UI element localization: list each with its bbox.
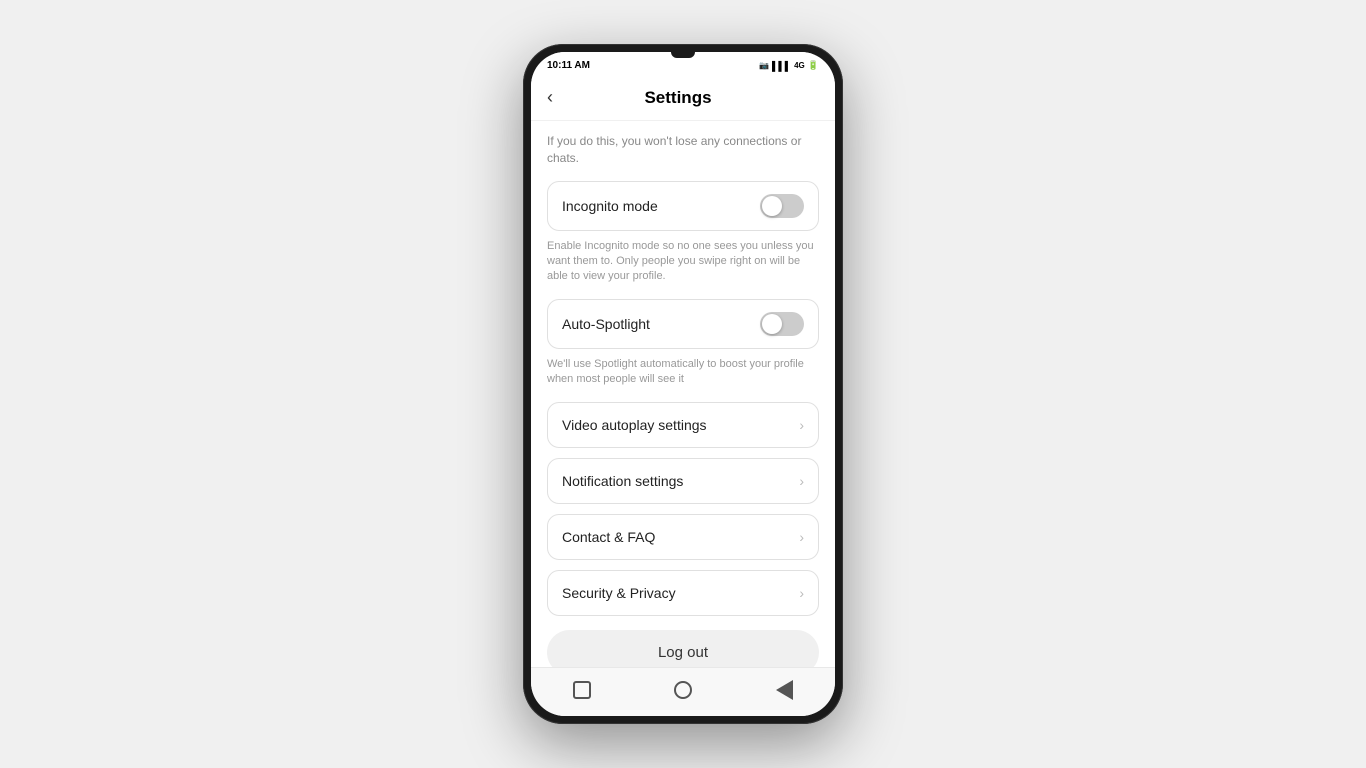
incognito-toggle-thumb (762, 196, 782, 216)
home-square-icon (573, 681, 591, 699)
subtitle-text: If you do this, you won't lose any conne… (547, 133, 819, 167)
incognito-toggle[interactable] (760, 194, 804, 218)
page-title: Settings (561, 88, 795, 108)
logout-button[interactable]: Log out (547, 630, 819, 667)
contact-faq-item[interactable]: Contact & FAQ › (547, 514, 819, 560)
status-icons: 📷 ▌▌▌ 4G 🔋 (759, 60, 819, 71)
contact-faq-label: Contact & FAQ (562, 529, 655, 545)
incognito-description: Enable Incognito mode so no one sees you… (547, 239, 819, 285)
notification-settings-item[interactable]: Notification settings › (547, 458, 819, 504)
chevron-right-icon: › (799, 473, 804, 489)
security-privacy-label: Security & Privacy (562, 585, 676, 601)
video-autoplay-label: Video autoplay settings (562, 417, 707, 433)
home-circle-icon (674, 681, 692, 699)
notification-settings-label: Notification settings (562, 473, 683, 489)
auto-spotlight-toggle-thumb (762, 314, 782, 334)
camera-icon: 📷 (759, 61, 769, 70)
status-time: 10:11 AM (547, 60, 590, 71)
settings-header: ‹ Settings (531, 75, 835, 121)
incognito-label: Incognito mode (562, 198, 658, 214)
back-button[interactable]: ‹ (547, 85, 561, 110)
status-bar: 10:11 AM 📷 ▌▌▌ 4G 🔋 (531, 52, 835, 75)
chevron-right-icon: › (799, 417, 804, 433)
settings-content: If you do this, you won't lose any conne… (531, 121, 835, 667)
bottom-navigation (531, 667, 835, 716)
security-privacy-item[interactable]: Security & Privacy › (547, 570, 819, 616)
phone-screen: 10:11 AM 📷 ▌▌▌ 4G 🔋 ‹ Settings If you do… (531, 52, 835, 716)
auto-spotlight-description: We'll use Spotlight automatically to boo… (547, 357, 819, 388)
signal-icon: ▌▌▌ (772, 61, 791, 71)
notch (671, 52, 695, 58)
network-icon: 4G (794, 61, 805, 70)
auto-spotlight-row[interactable]: Auto-Spotlight (547, 299, 819, 349)
incognito-mode-row[interactable]: Incognito mode (547, 181, 819, 231)
auto-spotlight-toggle[interactable] (760, 312, 804, 336)
circle-nav-icon[interactable] (671, 678, 695, 702)
battery-icon: 🔋 (808, 60, 819, 71)
back-triangle-icon (776, 680, 793, 700)
chevron-right-icon: › (799, 585, 804, 601)
chevron-right-icon: › (799, 529, 804, 545)
square-nav-icon[interactable] (570, 678, 594, 702)
video-autoplay-settings-item[interactable]: Video autoplay settings › (547, 402, 819, 448)
phone-device: 10:11 AM 📷 ▌▌▌ 4G 🔋 ‹ Settings If you do… (523, 44, 843, 724)
back-nav-icon[interactable] (772, 678, 796, 702)
auto-spotlight-label: Auto-Spotlight (562, 316, 650, 332)
